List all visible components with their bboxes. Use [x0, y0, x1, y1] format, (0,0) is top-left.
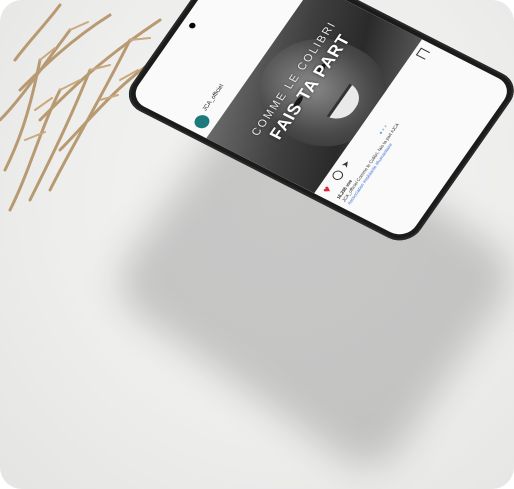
smile — [326, 83, 367, 125]
avatar[interactable] — [191, 112, 213, 131]
heart-icon[interactable]: ♥ — [320, 182, 336, 195]
post-username[interactable]: JCA_officiel — [202, 84, 226, 113]
comment-icon[interactable] — [330, 168, 346, 182]
photo-frame: JCA_officiel ⋮ COMME LE COLIBRI FAIS TA … — [0, 0, 514, 489]
camera-hole-icon — [187, 21, 197, 30]
carousel-dots — [370, 112, 388, 135]
share-icon[interactable]: ➤ — [339, 157, 354, 170]
bookmark-icon[interactable] — [415, 47, 431, 60]
